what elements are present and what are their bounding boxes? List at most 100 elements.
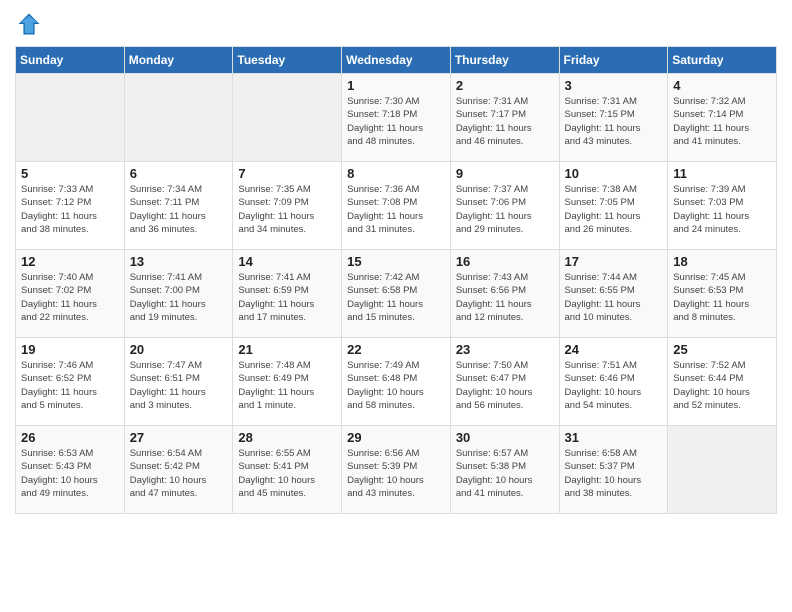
day-info: Sunrise: 7:36 AM Sunset: 7:08 PM Dayligh… — [347, 183, 445, 236]
calendar-cell: 11 Sunrise: 7:39 AM Sunset: 7:03 PM Dayli… — [668, 162, 777, 250]
week-row-4: 19Sunrise: 7:46 AM Sunset: 6:52 PM Dayli… — [16, 338, 777, 426]
calendar-cell: 31 Sunrise: 6:58 AM Sunset: 5:37 PM Dayli… — [559, 426, 668, 514]
day-number: 13 — [130, 254, 228, 269]
day-number: 3 — [565, 78, 663, 93]
calendar-cell: 10Sunrise: 7:38 AM Sunset: 7:05 PM Dayli… — [559, 162, 668, 250]
calendar-cell: 20 Sunrise: 7:47 AM Sunset: 6:51 PM Dayli… — [124, 338, 233, 426]
day-info: Sunrise: 7:38 AM Sunset: 7:05 PM Dayligh… — [565, 183, 663, 236]
calendar-cell: 14Sunrise: 7:41 AM Sunset: 6:59 PM Dayli… — [233, 250, 342, 338]
day-number: 22 — [347, 342, 445, 357]
calendar-cell: 28 Sunrise: 6:55 AM Sunset: 5:41 PM Dayli… — [233, 426, 342, 514]
day-number: 17 — [565, 254, 663, 269]
calendar-cell: 17 Sunrise: 7:44 AM Sunset: 6:55 PM Dayli… — [559, 250, 668, 338]
day-number: 1 — [347, 78, 445, 93]
day-info: Sunrise: 7:32 AM Sunset: 7:14 PM Dayligh… — [673, 95, 771, 148]
day-number: 24 — [565, 342, 663, 357]
calendar-cell: 16 Sunrise: 7:43 AM Sunset: 6:56 PM Dayli… — [450, 250, 559, 338]
calendar-cell: 27 Sunrise: 6:54 AM Sunset: 5:42 PM Dayli… — [124, 426, 233, 514]
day-info: Sunrise: 6:54 AM Sunset: 5:42 PM Dayligh… — [130, 447, 228, 500]
day-number: 18 — [673, 254, 771, 269]
day-number: 26 — [21, 430, 119, 445]
day-info: Sunrise: 7:31 AM Sunset: 7:15 PM Dayligh… — [565, 95, 663, 148]
day-header-thursday: Thursday — [450, 47, 559, 74]
calendar-cell: 26 Sunrise: 6:53 AM Sunset: 5:43 PM Dayli… — [16, 426, 125, 514]
day-info: Sunrise: 6:58 AM Sunset: 5:37 PM Dayligh… — [565, 447, 663, 500]
day-info: Sunrise: 7:35 AM Sunset: 7:09 PM Dayligh… — [238, 183, 336, 236]
day-info: Sunrise: 6:56 AM Sunset: 5:39 PM Dayligh… — [347, 447, 445, 500]
calendar-cell: 7 Sunrise: 7:35 AM Sunset: 7:09 PM Daylig… — [233, 162, 342, 250]
day-number: 23 — [456, 342, 554, 357]
calendar-cell — [233, 74, 342, 162]
day-number: 27 — [130, 430, 228, 445]
day-header-tuesday: Tuesday — [233, 47, 342, 74]
day-number: 15 — [347, 254, 445, 269]
calendar-cell: 3 Sunrise: 7:31 AM Sunset: 7:15 PM Daylig… — [559, 74, 668, 162]
week-row-1: 1 Sunrise: 7:30 AM Sunset: 7:18 PM Daylig… — [16, 74, 777, 162]
day-number: 29 — [347, 430, 445, 445]
day-number: 30 — [456, 430, 554, 445]
day-number: 7 — [238, 166, 336, 181]
calendar-cell: 5Sunrise: 7:33 AM Sunset: 7:12 PM Daylig… — [16, 162, 125, 250]
day-info: Sunrise: 7:49 AM Sunset: 6:48 PM Dayligh… — [347, 359, 445, 412]
day-info: Sunrise: 7:40 AM Sunset: 7:02 PM Dayligh… — [21, 271, 119, 324]
day-number: 16 — [456, 254, 554, 269]
day-info: Sunrise: 6:55 AM Sunset: 5:41 PM Dayligh… — [238, 447, 336, 500]
calendar-cell: 2 Sunrise: 7:31 AM Sunset: 7:17 PM Daylig… — [450, 74, 559, 162]
day-number: 25 — [673, 342, 771, 357]
calendar-cell: 25 Sunrise: 7:52 AM Sunset: 6:44 PM Dayli… — [668, 338, 777, 426]
day-info: Sunrise: 7:52 AM Sunset: 6:44 PM Dayligh… — [673, 359, 771, 412]
day-info: Sunrise: 7:31 AM Sunset: 7:17 PM Dayligh… — [456, 95, 554, 148]
logo — [15, 10, 47, 38]
calendar-cell: 8Sunrise: 7:36 AM Sunset: 7:08 PM Daylig… — [342, 162, 451, 250]
day-info: Sunrise: 7:44 AM Sunset: 6:55 PM Dayligh… — [565, 271, 663, 324]
day-number: 6 — [130, 166, 228, 181]
calendar-cell: 30 Sunrise: 6:57 AM Sunset: 5:38 PM Dayli… — [450, 426, 559, 514]
week-row-5: 26 Sunrise: 6:53 AM Sunset: 5:43 PM Dayli… — [16, 426, 777, 514]
day-info: Sunrise: 7:51 AM Sunset: 6:46 PM Dayligh… — [565, 359, 663, 412]
calendar-cell: 13Sunrise: 7:41 AM Sunset: 7:00 PM Dayli… — [124, 250, 233, 338]
calendar-cell: 15 Sunrise: 7:42 AM Sunset: 6:58 PM Dayli… — [342, 250, 451, 338]
calendar-table: SundayMondayTuesdayWednesdayThursdayFrid… — [15, 46, 777, 514]
day-header-wednesday: Wednesday — [342, 47, 451, 74]
day-info: Sunrise: 6:53 AM Sunset: 5:43 PM Dayligh… — [21, 447, 119, 500]
calendar-cell — [16, 74, 125, 162]
calendar-cell: 9 Sunrise: 7:37 AM Sunset: 7:06 PM Daylig… — [450, 162, 559, 250]
day-number: 9 — [456, 166, 554, 181]
day-info: Sunrise: 7:42 AM Sunset: 6:58 PM Dayligh… — [347, 271, 445, 324]
day-header-monday: Monday — [124, 47, 233, 74]
day-info: Sunrise: 7:34 AM Sunset: 7:11 PM Dayligh… — [130, 183, 228, 236]
day-info: Sunrise: 7:30 AM Sunset: 7:18 PM Dayligh… — [347, 95, 445, 148]
calendar-cell: 29 Sunrise: 6:56 AM Sunset: 5:39 PM Dayli… — [342, 426, 451, 514]
calendar-cell — [668, 426, 777, 514]
day-header-friday: Friday — [559, 47, 668, 74]
logo-icon — [15, 10, 43, 38]
days-header-row: SundayMondayTuesdayWednesdayThursdayFrid… — [16, 47, 777, 74]
calendar-cell — [124, 74, 233, 162]
day-info: Sunrise: 7:45 AM Sunset: 6:53 PM Dayligh… — [673, 271, 771, 324]
calendar-cell: 6 Sunrise: 7:34 AM Sunset: 7:11 PM Daylig… — [124, 162, 233, 250]
calendar-cell: 12 Sunrise: 7:40 AM Sunset: 7:02 PM Dayli… — [16, 250, 125, 338]
day-info: Sunrise: 7:50 AM Sunset: 6:47 PM Dayligh… — [456, 359, 554, 412]
day-number: 2 — [456, 78, 554, 93]
day-number: 20 — [130, 342, 228, 357]
day-info: Sunrise: 7:37 AM Sunset: 7:06 PM Dayligh… — [456, 183, 554, 236]
day-header-saturday: Saturday — [668, 47, 777, 74]
day-info: Sunrise: 7:47 AM Sunset: 6:51 PM Dayligh… — [130, 359, 228, 412]
day-number: 14 — [238, 254, 336, 269]
calendar-cell: 4 Sunrise: 7:32 AM Sunset: 7:14 PM Daylig… — [668, 74, 777, 162]
page-header — [15, 10, 777, 38]
day-number: 31 — [565, 430, 663, 445]
day-info: Sunrise: 7:39 AM Sunset: 7:03 PM Dayligh… — [673, 183, 771, 236]
day-info: Sunrise: 7:46 AM Sunset: 6:52 PM Dayligh… — [21, 359, 119, 412]
day-number: 5 — [21, 166, 119, 181]
day-number: 4 — [673, 78, 771, 93]
day-number: 28 — [238, 430, 336, 445]
day-number: 11 — [673, 166, 771, 181]
day-info: Sunrise: 7:43 AM Sunset: 6:56 PM Dayligh… — [456, 271, 554, 324]
day-info: Sunrise: 6:57 AM Sunset: 5:38 PM Dayligh… — [456, 447, 554, 500]
day-info: Sunrise: 7:48 AM Sunset: 6:49 PM Dayligh… — [238, 359, 336, 412]
calendar-cell: 19Sunrise: 7:46 AM Sunset: 6:52 PM Dayli… — [16, 338, 125, 426]
calendar-cell: 1 Sunrise: 7:30 AM Sunset: 7:18 PM Daylig… — [342, 74, 451, 162]
day-number: 12 — [21, 254, 119, 269]
calendar-cell: 18 Sunrise: 7:45 AM Sunset: 6:53 PM Dayli… — [668, 250, 777, 338]
